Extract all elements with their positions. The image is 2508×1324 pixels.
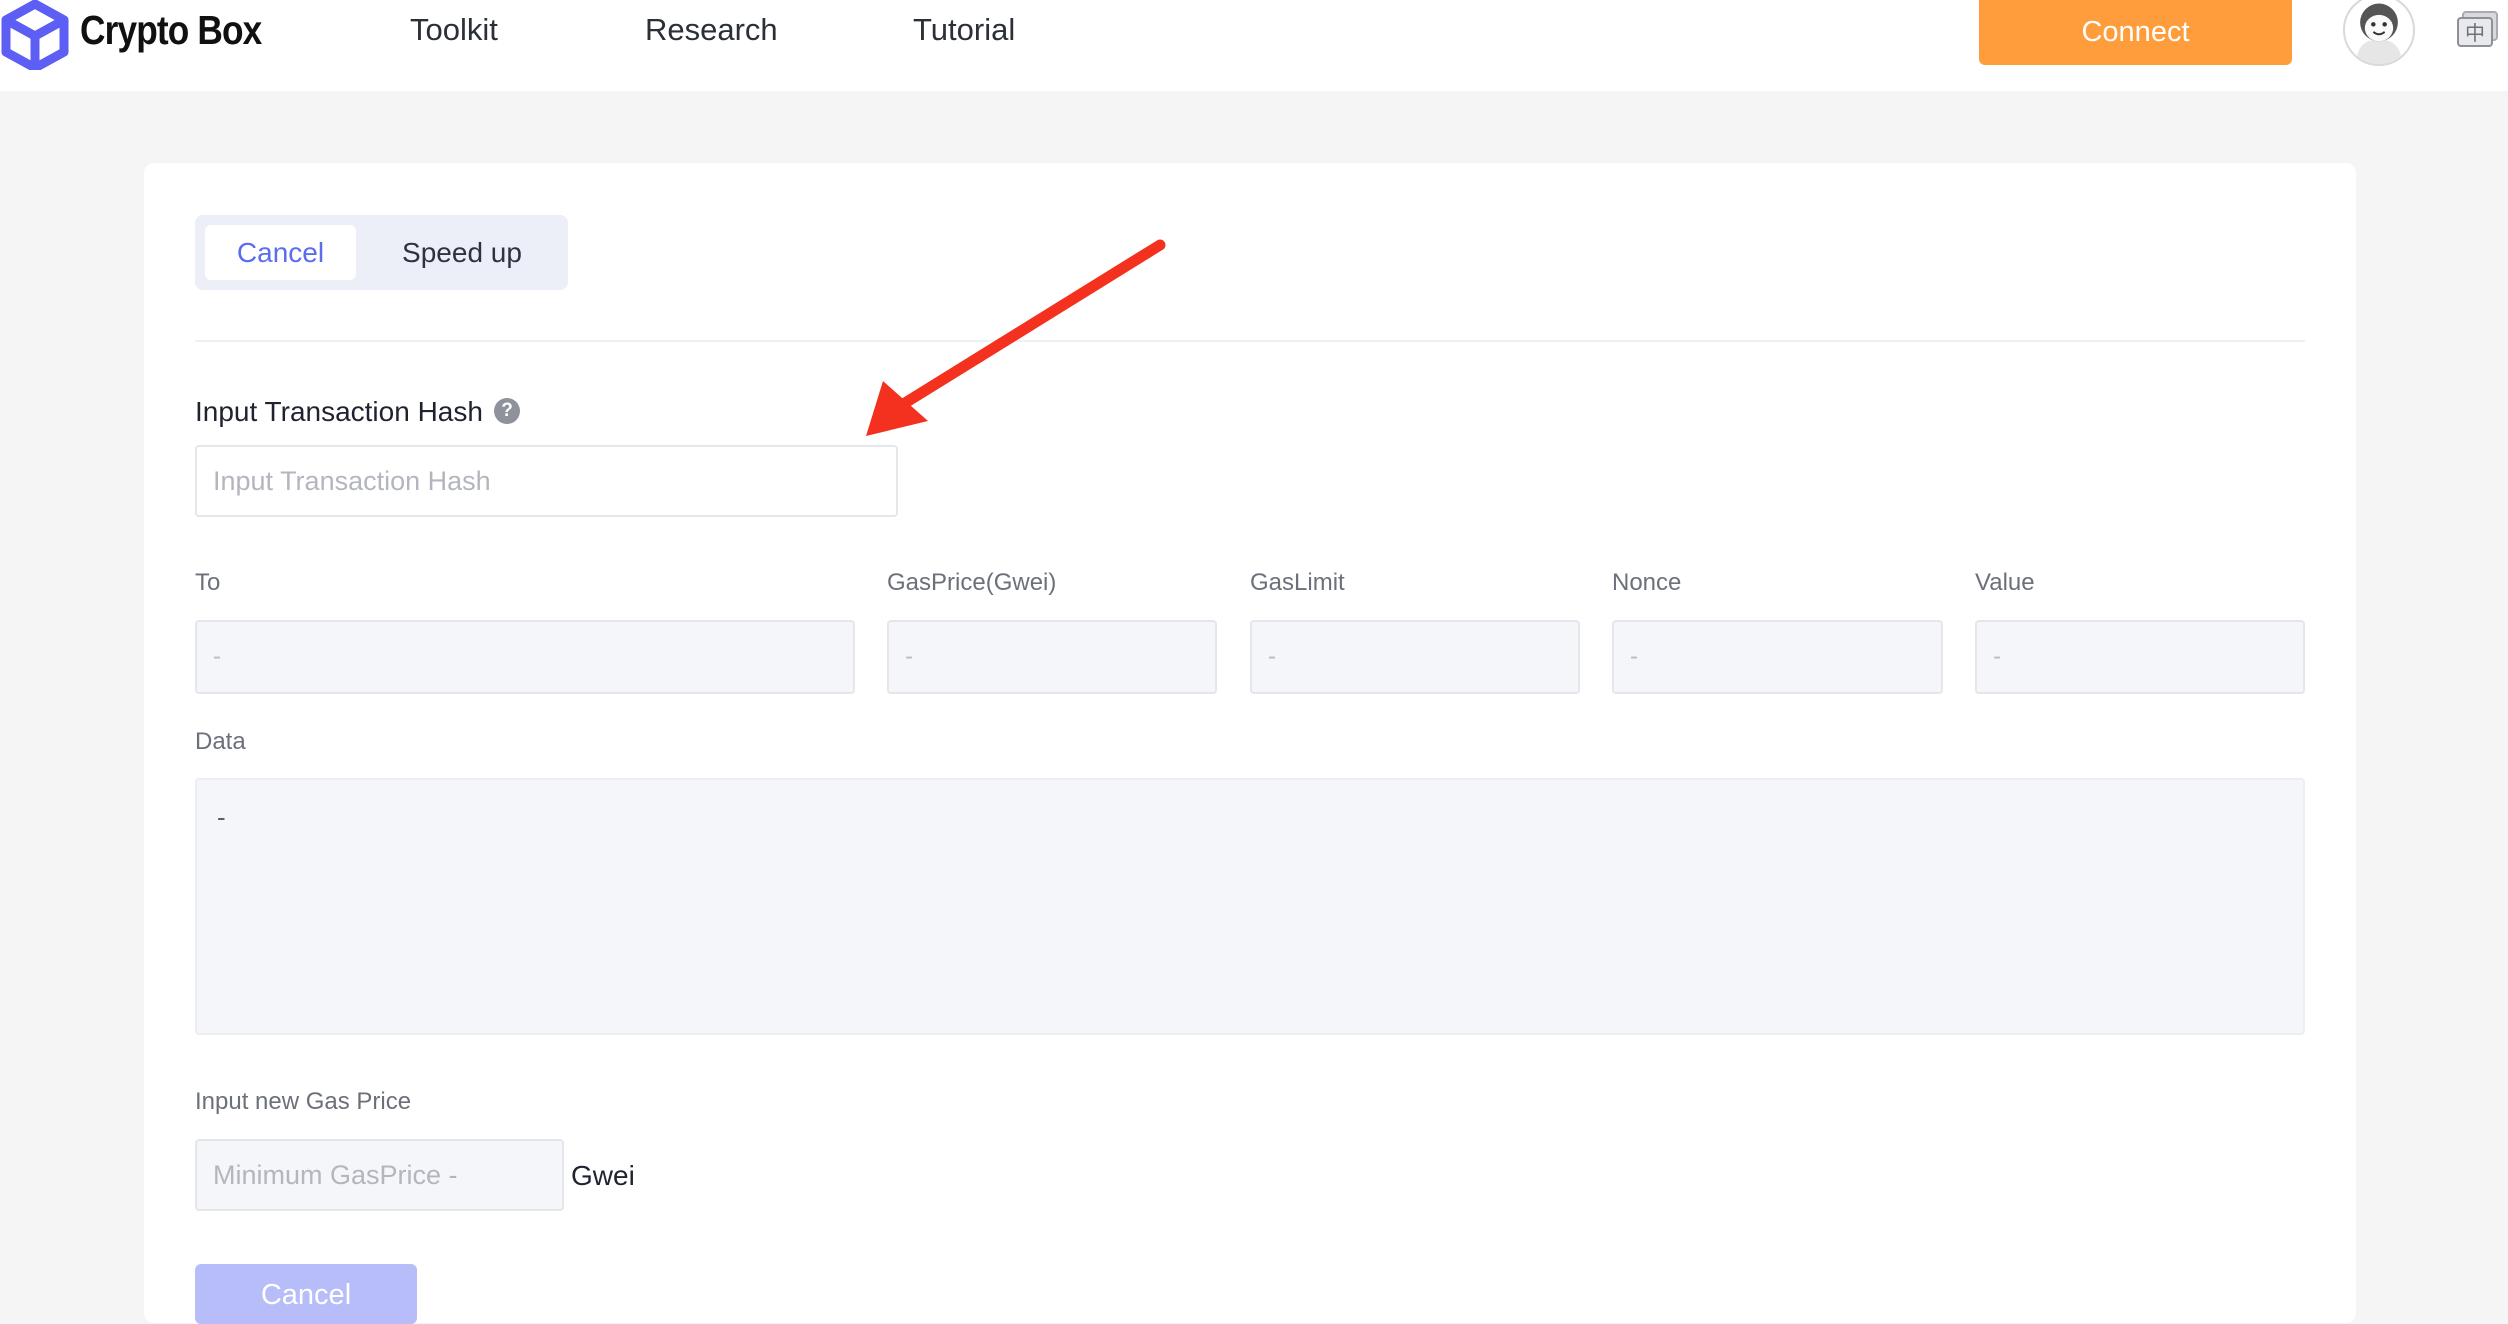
nonce-field: - [1612,620,1943,694]
question-circle-icon[interactable]: ? [494,398,520,424]
gaslimit-field: - [1250,620,1580,694]
user-avatar-icon[interactable] [2343,0,2415,66]
lang-glyph: 中 [2465,21,2485,45]
transaction-hash-input[interactable] [195,445,898,517]
to-label: To [195,569,221,596]
data-field: - [195,778,2305,1035]
nonce-label: Nonce [1612,569,1682,596]
gasprice-field: - [887,620,1217,694]
submit-cancel-button[interactable]: Cancel [195,1264,417,1324]
gas-price-input[interactable] [195,1139,564,1211]
tab-speed-up[interactable]: Speed up [367,225,557,280]
to-field: - [195,620,855,694]
mode-tabs: Cancel Speed up [195,215,568,290]
nav-research[interactable]: Research [645,2,778,58]
cube-logo-icon[interactable] [0,0,70,70]
brand-name[interactable]: Crypto Box [80,2,262,58]
top-navigation-bar: Crypto Box Toolkit Research Tutorial Con… [0,0,2508,91]
gaslimit-label: GasLimit [1250,569,1345,596]
connect-wallet-button[interactable]: Connect [1979,0,2292,65]
gasprice-label: GasPrice(Gwei) [887,569,1057,596]
section-divider [195,340,2305,342]
nav-tutorial[interactable]: Tutorial [913,2,1015,58]
nav-toolkit[interactable]: Toolkit [410,2,498,58]
value-field: - [1975,620,2305,694]
data-label: Data [195,728,246,755]
tab-cancel[interactable]: Cancel [205,225,356,280]
value-label: Value [1975,569,2035,596]
new-gas-price-label: Input new Gas Price [195,1088,412,1115]
transaction-hash-label: Input Transaction Hash [195,396,483,427]
gwei-unit-label: Gwei [571,1160,635,1191]
language-switch-icon[interactable]: 中 [2457,10,2501,50]
